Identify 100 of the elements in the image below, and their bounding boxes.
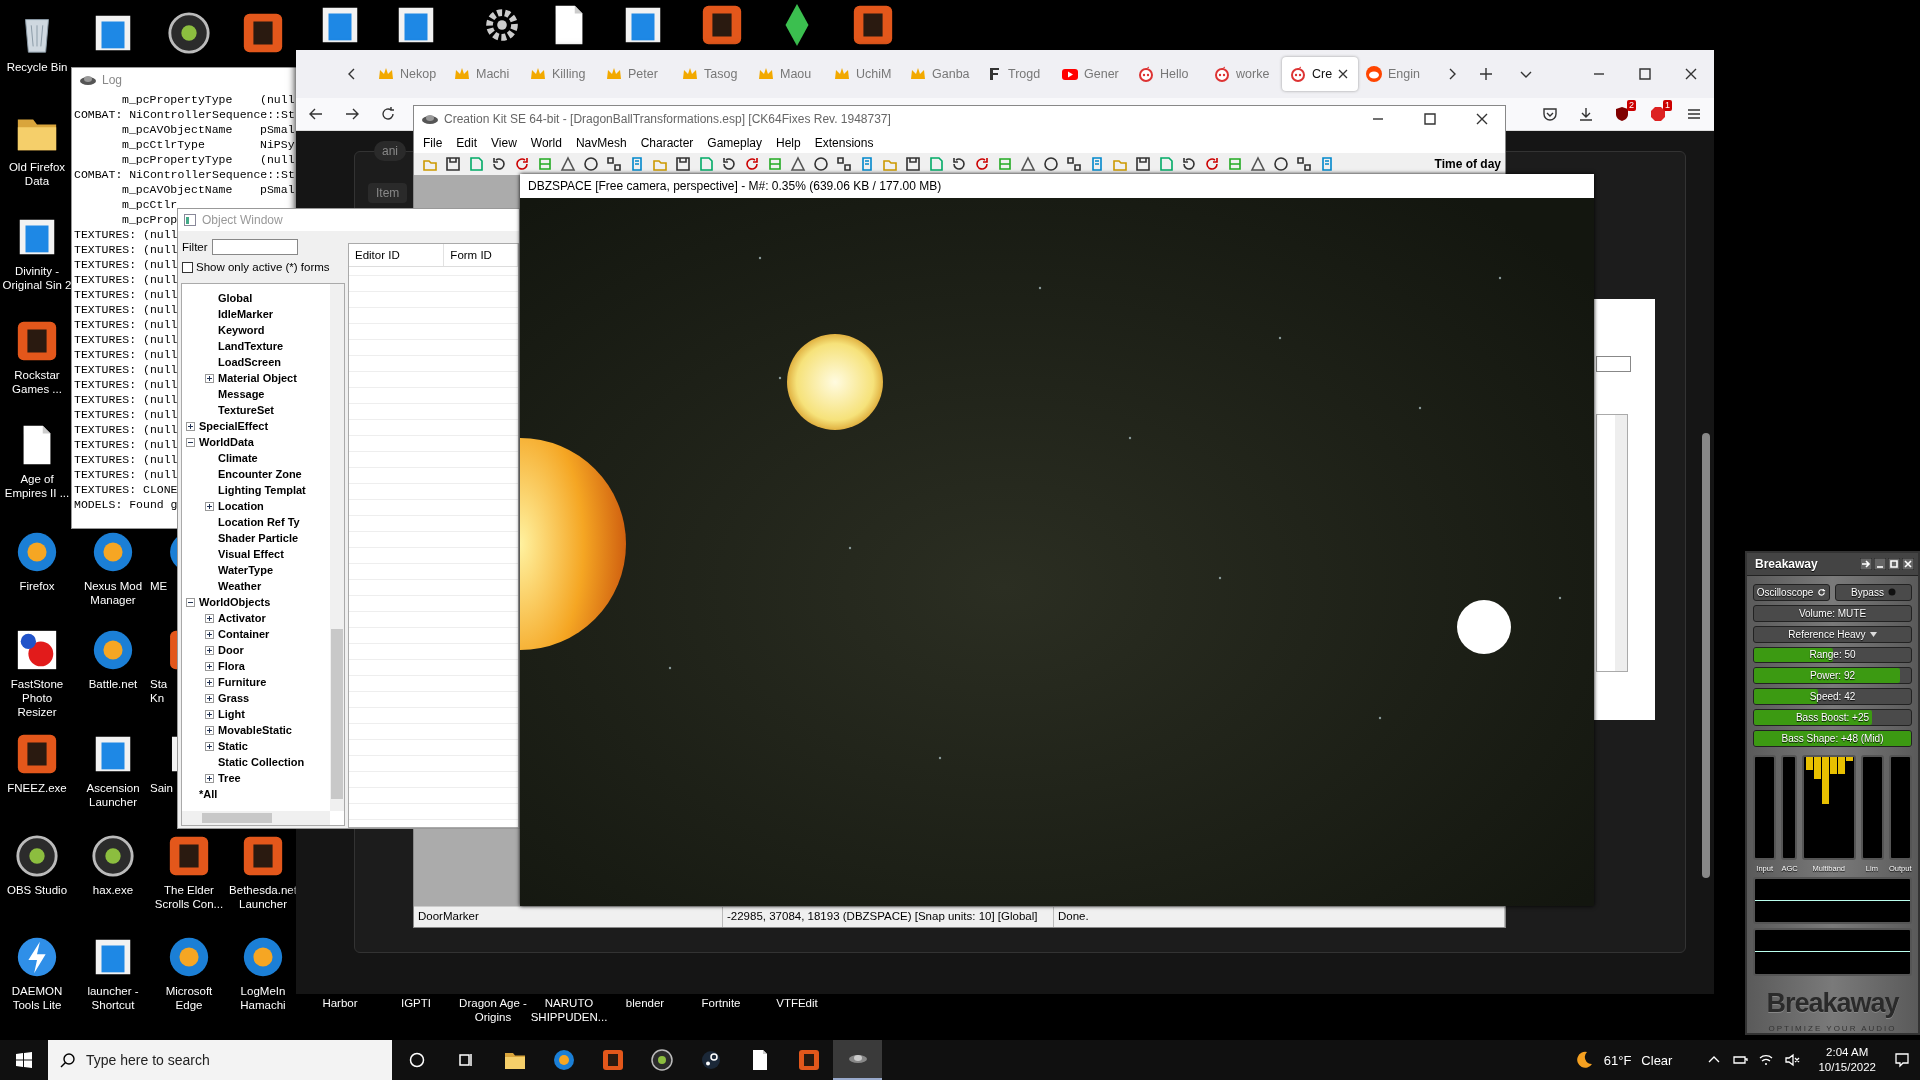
tool-icon[interactable]: [905, 156, 921, 172]
scrollbar[interactable]: [330, 284, 344, 811]
menu-item[interactable]: Extensions: [807, 133, 881, 152]
tree-item[interactable]: Location Ref Ty: [218, 516, 300, 528]
slider[interactable]: Bass Shape: +48 (Mid): [1753, 729, 1912, 747]
new-tab-icon[interactable]: [1478, 66, 1494, 82]
browser-tab[interactable]: Ganba: [902, 57, 978, 91]
tree-item[interactable]: IdleMarker: [218, 308, 274, 320]
desktop-shortcut[interactable]: LogMeIn Hamachi: [231, 934, 295, 1012]
tree-item[interactable]: Weather: [218, 580, 262, 592]
tool-icon[interactable]: [836, 156, 852, 172]
tree-item[interactable]: WorldObjects: [199, 596, 271, 608]
expand-icon[interactable]: [205, 693, 214, 703]
column-header[interactable]: Form ID: [444, 244, 518, 266]
tool-icon[interactable]: [744, 156, 760, 172]
browser-tab[interactable]: UchiM: [826, 57, 902, 91]
tool-icon[interactable]: [1273, 156, 1289, 172]
desktop-shortcut[interactable]: Microsoft Edge: [153, 934, 225, 1012]
expand-icon[interactable]: [205, 725, 214, 735]
desktop-shortcut[interactable]: Rockstar Games ...: [1, 318, 73, 396]
expand-icon[interactable]: [205, 677, 214, 687]
tree-item[interactable]: Lighting Templat: [218, 484, 306, 496]
slider[interactable]: Power: 92: [1753, 667, 1912, 685]
filter-chip[interactable]: ani: [374, 141, 406, 161]
desktop-shortcut[interactable]: Nexus Mod Manager: [77, 529, 149, 607]
maximize-icon[interactable]: [1637, 66, 1653, 82]
stop-sign-icon[interactable]: [1650, 106, 1666, 122]
pocket-icon[interactable]: [1542, 106, 1558, 122]
desktop-shortcut[interactable]: hax.exe: [77, 833, 149, 897]
tree-item[interactable]: Material Object: [218, 372, 297, 384]
menu-item[interactable]: World: [523, 133, 569, 152]
tree-item[interactable]: MovableStatic: [218, 724, 292, 736]
tree-item[interactable]: Grass: [218, 692, 250, 704]
tree-item[interactable]: Shader Particle: [218, 532, 299, 544]
expand-icon[interactable]: [205, 373, 214, 383]
menu-icon[interactable]: [1686, 106, 1702, 122]
desktop-shortcut[interactable]: OBS Studio: [1, 833, 73, 897]
tree-item[interactable]: Global: [218, 292, 253, 304]
scrollbar[interactable]: [182, 811, 330, 825]
speaker-muted-icon[interactable]: [1784, 1052, 1801, 1068]
menu-item[interactable]: Gameplay: [700, 133, 770, 152]
expand-icon[interactable]: [205, 741, 214, 751]
desktop-shortcut[interactable]: FastStone Photo Resizer: [1, 627, 73, 719]
browser-tab[interactable]: Maou: [750, 57, 826, 91]
desktop-shortcut[interactable]: Old Firefox Data: [1, 110, 73, 188]
search-field[interactable]: Type here to search: [48, 1040, 392, 1080]
list-box[interactable]: [1596, 414, 1628, 672]
arrow-right-icon[interactable]: [1860, 557, 1872, 570]
tool-icon[interactable]: [1296, 156, 1312, 172]
browser-tab[interactable]: worke: [1206, 57, 1282, 91]
menu-item[interactable]: Help: [769, 133, 808, 152]
browser-tab[interactable]: Trogd: [978, 57, 1054, 91]
tool-icon[interactable]: [1135, 156, 1151, 172]
tool-icon[interactable]: [1020, 156, 1036, 172]
maximize-icon[interactable]: [1888, 557, 1900, 570]
wifi-icon[interactable]: [1758, 1052, 1775, 1068]
tree-item[interactable]: Door: [218, 644, 244, 656]
tree-item[interactable]: Activator: [218, 612, 266, 624]
tree-item[interactable]: Keyword: [218, 324, 265, 336]
desktop-shortcut[interactable]: IGPTI: [380, 996, 452, 1010]
desktop-shortcut[interactable]: NARUTO SHIPPUDEN...: [533, 996, 605, 1024]
tree-item[interactable]: Furniture: [218, 676, 267, 688]
desktop-shortcut[interactable]: Age of Empires II ...: [1, 422, 73, 500]
reload-icon[interactable]: [380, 106, 396, 122]
desktop-shortcut[interactable]: Bethesda.net Launcher: [231, 833, 295, 911]
desktop-shortcut[interactable]: Recycle Bin: [1, 10, 73, 74]
tree-item[interactable]: Light: [218, 708, 245, 720]
back-icon[interactable]: [308, 106, 324, 122]
tool-icon[interactable]: [790, 156, 806, 172]
expand-icon[interactable]: [205, 773, 214, 783]
tree-item[interactable]: *All: [199, 788, 218, 800]
browser-tab[interactable]: Cre: [1282, 57, 1358, 91]
tool-icon[interactable]: [491, 156, 507, 172]
browser-tab[interactable]: Killing: [522, 57, 598, 91]
tree-item[interactable]: Container: [218, 628, 270, 640]
minimize-icon[interactable]: [1874, 557, 1886, 570]
tree-item[interactable]: LandTexture: [218, 340, 284, 352]
collapse-icon[interactable]: [186, 437, 195, 447]
tool-icon[interactable]: [951, 156, 967, 172]
close-icon[interactable]: [1474, 111, 1490, 127]
expand-icon[interactable]: [205, 709, 214, 719]
menu-item[interactable]: Edit: [449, 133, 485, 152]
tree-item[interactable]: Visual Effect: [218, 548, 284, 560]
tree-item[interactable]: WaterType: [218, 564, 273, 576]
forward-icon[interactable]: [344, 106, 360, 122]
tree-item[interactable]: WorldData: [199, 436, 254, 448]
tool-icon[interactable]: [813, 156, 829, 172]
tree-item[interactable]: Location: [218, 500, 264, 512]
tool-icon[interactable]: [1250, 156, 1266, 172]
tool-icon[interactable]: [721, 156, 737, 172]
expand-icon[interactable]: [205, 661, 214, 671]
desktop-shortcut[interactable]: Sain: [150, 731, 177, 795]
slider[interactable]: Bass Boost: +25: [1753, 709, 1912, 726]
tree-item[interactable]: Climate: [218, 452, 258, 464]
expand-icon[interactable]: [205, 501, 214, 511]
filter-chip[interactable]: Item: [368, 183, 408, 203]
tree-item[interactable]: Encounter Zone: [218, 468, 302, 480]
close-icon[interactable]: [1902, 557, 1914, 570]
tool-icon[interactable]: [1181, 156, 1197, 172]
expand-icon[interactable]: [205, 629, 214, 639]
